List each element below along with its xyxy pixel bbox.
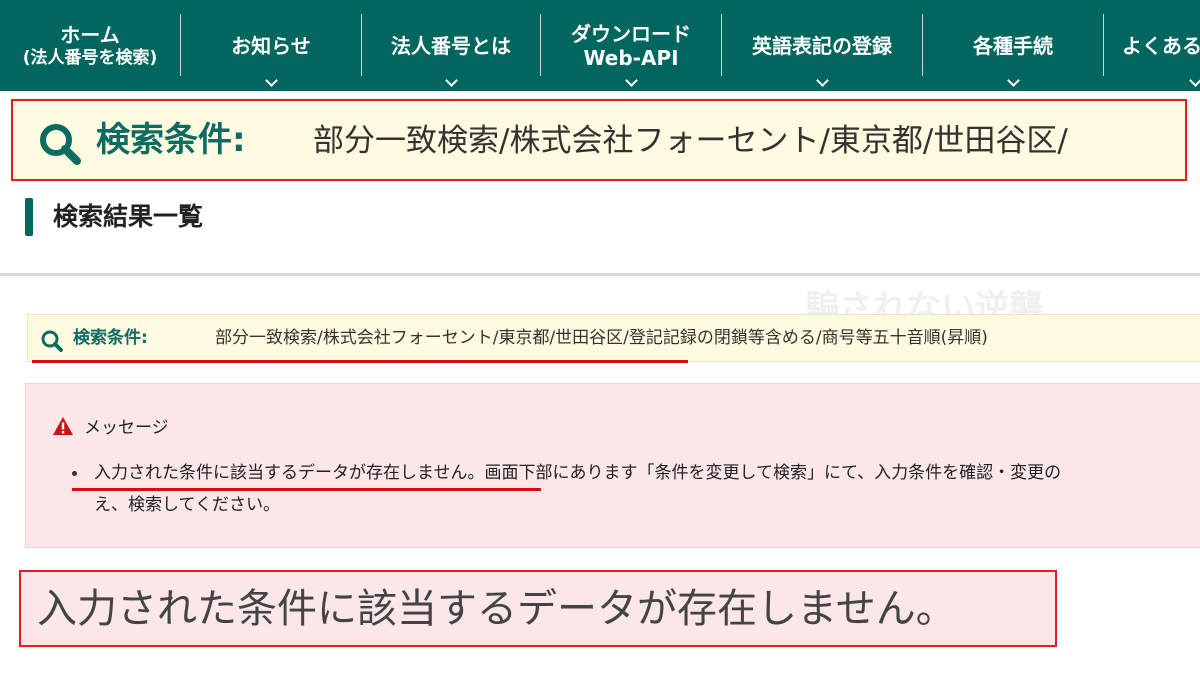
nav-item-news-label: お知らせ	[231, 33, 311, 58]
search-condition-value: 部分一致検索/株式会社フォーセント/東京都/世田谷区/登記記録の閉鎖等含める/商…	[215, 328, 988, 348]
message-box: メッセージ 入力された条件に該当するデータが存在しません。画面下部にあります「条…	[25, 383, 1200, 548]
divider	[0, 273, 1200, 276]
search-condition-zoom: 検索条件: 部分一致検索/株式会社フォーセント/東京都/世田谷区/	[11, 99, 1187, 181]
search-condition-label: 検索条件:	[73, 328, 148, 348]
message-zoom: 入力された条件に該当するデータが存在しません。	[19, 570, 1057, 647]
page-title: 検索結果一覧	[53, 202, 204, 231]
search-icon	[37, 121, 83, 171]
nav-item-procedures[interactable]: 各種手続	[923, 0, 1103, 91]
heading-accent-bar	[25, 198, 33, 236]
message-title: メッセージ	[84, 418, 169, 438]
nav-item-download-webapi[interactable]: ダウンロード Web-API	[541, 0, 721, 91]
chevron-down-icon	[1007, 74, 1020, 87]
search-condition-value: 部分一致検索/株式会社フォーセント/東京都/世田谷区/	[313, 123, 1068, 159]
message-detail: 画面下部にあります「条件を変更して検索」にて、入力条件を確認・変更の	[484, 463, 1062, 483]
global-nav: ホーム (法人番号を検索) お知らせ 法人番号とは ダウンロード Web-API…	[0, 0, 1200, 91]
search-condition-bar: 検索条件: 部分一致検索/株式会社フォーセント/東京都/世田谷区/登記記録の閉鎖…	[27, 314, 1200, 362]
chevron-down-icon	[445, 74, 458, 87]
list-bullet	[72, 471, 77, 476]
message-text-continued: え、検索してください。	[94, 495, 280, 515]
chevron-down-icon	[1189, 74, 1200, 87]
nav-item-faq[interactable]: よくある	[1104, 0, 1200, 91]
annotation-underline	[32, 360, 688, 363]
message-text: 入力された条件に該当するデータが存在しません。画面下部にあります「条件を変更して…	[94, 461, 1061, 485]
nav-item-download-sublabel: Web-API	[583, 45, 679, 70]
nav-item-news[interactable]: お知らせ	[181, 0, 361, 91]
message-zoom-text: 入力された条件に該当するデータが存在しません。	[37, 586, 956, 632]
nav-item-download-label: ダウンロード	[571, 21, 691, 46]
nav-item-faq-label: よくある	[1122, 33, 1200, 58]
chevron-down-icon	[265, 74, 278, 87]
nav-item-english-registration[interactable]: 英語表記の登録	[722, 0, 922, 91]
chevron-down-icon	[816, 74, 829, 87]
nav-item-home-label: ホーム	[60, 22, 120, 47]
message-header: メッセージ	[52, 416, 169, 440]
annotation-underline	[72, 488, 541, 491]
nav-item-home-sublabel: (法人番号を検索)	[22, 47, 158, 68]
warning-icon	[52, 416, 74, 440]
message-highlight: 入力された条件に該当するデータが存在しません。	[94, 463, 485, 483]
search-icon	[40, 329, 64, 357]
nav-item-about-label: 法人番号とは	[391, 33, 511, 58]
nav-item-about-corporate-number[interactable]: 法人番号とは	[362, 0, 540, 91]
chevron-down-icon	[625, 74, 638, 87]
nav-item-home[interactable]: ホーム (法人番号を検索)	[0, 0, 180, 91]
nav-item-english-label: 英語表記の登録	[752, 33, 892, 58]
nav-item-procedures-label: 各種手続	[973, 33, 1053, 58]
search-condition-label: 検索条件:	[96, 120, 246, 160]
